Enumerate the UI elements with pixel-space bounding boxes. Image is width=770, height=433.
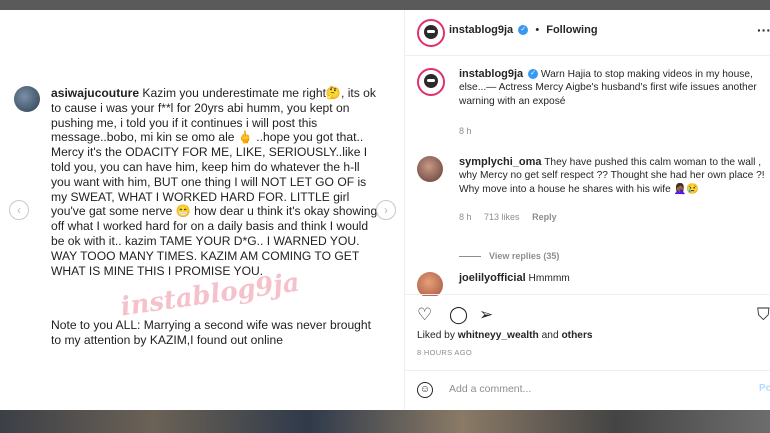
bookmark-icon[interactable]: ⛉	[757, 305, 770, 325]
post-button[interactable]: Po	[759, 383, 770, 394]
comment-avatar[interactable]	[417, 272, 443, 296]
likes-others[interactable]: others	[561, 330, 592, 341]
image-commenter: asiwajucouture	[51, 86, 140, 100]
and-label: and	[541, 330, 559, 341]
caption-time[interactable]: 8 h	[459, 126, 472, 136]
comments-list: instablog9ja ✓ Warn Hajia to stop making…	[405, 56, 770, 296]
commenter-avatar	[14, 86, 40, 112]
share-icon[interactable]: ➢	[479, 305, 493, 325]
emoji-icon[interactable]: ☺	[417, 382, 433, 398]
comment-username[interactable]: joelilyofficial	[459, 272, 526, 284]
prev-image-button[interactable]: ‹	[9, 200, 29, 220]
caption-avatar[interactable]	[417, 68, 445, 96]
verified-icon: ✓	[518, 25, 529, 36]
logo-icon	[424, 25, 438, 39]
caption-username[interactable]: instablog9ja	[459, 68, 523, 80]
header-username[interactable]: instablog9ja	[449, 24, 513, 36]
logo-icon	[424, 74, 438, 88]
heart-icon[interactable]: ♡	[417, 305, 432, 325]
comment-username[interactable]: symplychi_oma	[459, 156, 542, 168]
action-bar: ♡ ◯ ➢ ⛉	[405, 294, 770, 335]
post-sidebar: instablog9ja ✓ • Following ··· instablog…	[404, 10, 770, 410]
comment-icon[interactable]: ◯	[449, 305, 468, 325]
comment-body: joelilyofficial Hmmmm	[459, 272, 765, 285]
post-header: instablog9ja ✓ • Following ···	[405, 10, 770, 56]
image-caption-text: Kazim you underestimate me right🤔, its o…	[51, 86, 378, 278]
comment-meta: 8 h 713 likes Reply	[459, 212, 567, 222]
comment-body: symplychi_oma They have pushed this calm…	[459, 156, 765, 196]
following-button[interactable]: Following	[546, 24, 597, 36]
background-feed	[0, 410, 770, 433]
comment-input[interactable]	[447, 382, 751, 396]
caption-body: instablog9ja ✓ Warn Hajia to stop making…	[459, 68, 765, 108]
caption-meta: 8 h	[459, 126, 482, 136]
add-comment-bar: ☺ Po	[405, 370, 770, 410]
verified-icon: ✓	[528, 69, 539, 80]
separator: •	[535, 24, 540, 36]
comment-likes[interactable]: 713 likes	[484, 212, 520, 222]
comment-avatar[interactable]	[417, 156, 443, 182]
account-avatar[interactable]	[417, 19, 445, 47]
header-user: instablog9ja ✓ • Following	[449, 24, 598, 36]
comment-text: Hmmmm	[528, 273, 570, 284]
more-options-icon[interactable]: ···	[757, 22, 770, 38]
post-image: asiwajucouture Kazim you underestimate m…	[0, 10, 404, 410]
liked-by-label: Liked by	[417, 330, 455, 341]
liked-by-user[interactable]: whitneyy_wealth	[458, 330, 539, 341]
image-caption: asiwajucouture Kazim you underestimate m…	[51, 86, 381, 278]
post-timestamp[interactable]: 8 HOURS AGO	[417, 348, 472, 357]
view-replies-button[interactable]: View replies (35)	[459, 251, 559, 261]
image-note: Note to you ALL: Marrying a second wife …	[51, 318, 371, 347]
comment-time[interactable]: 8 h	[459, 212, 472, 222]
next-image-button[interactable]: ›	[376, 200, 396, 220]
likes-summary: Liked by whitneyy_wealth and others	[417, 330, 593, 341]
post-modal: asiwajucouture Kazim you underestimate m…	[0, 10, 770, 410]
reply-button[interactable]: Reply	[532, 212, 557, 222]
